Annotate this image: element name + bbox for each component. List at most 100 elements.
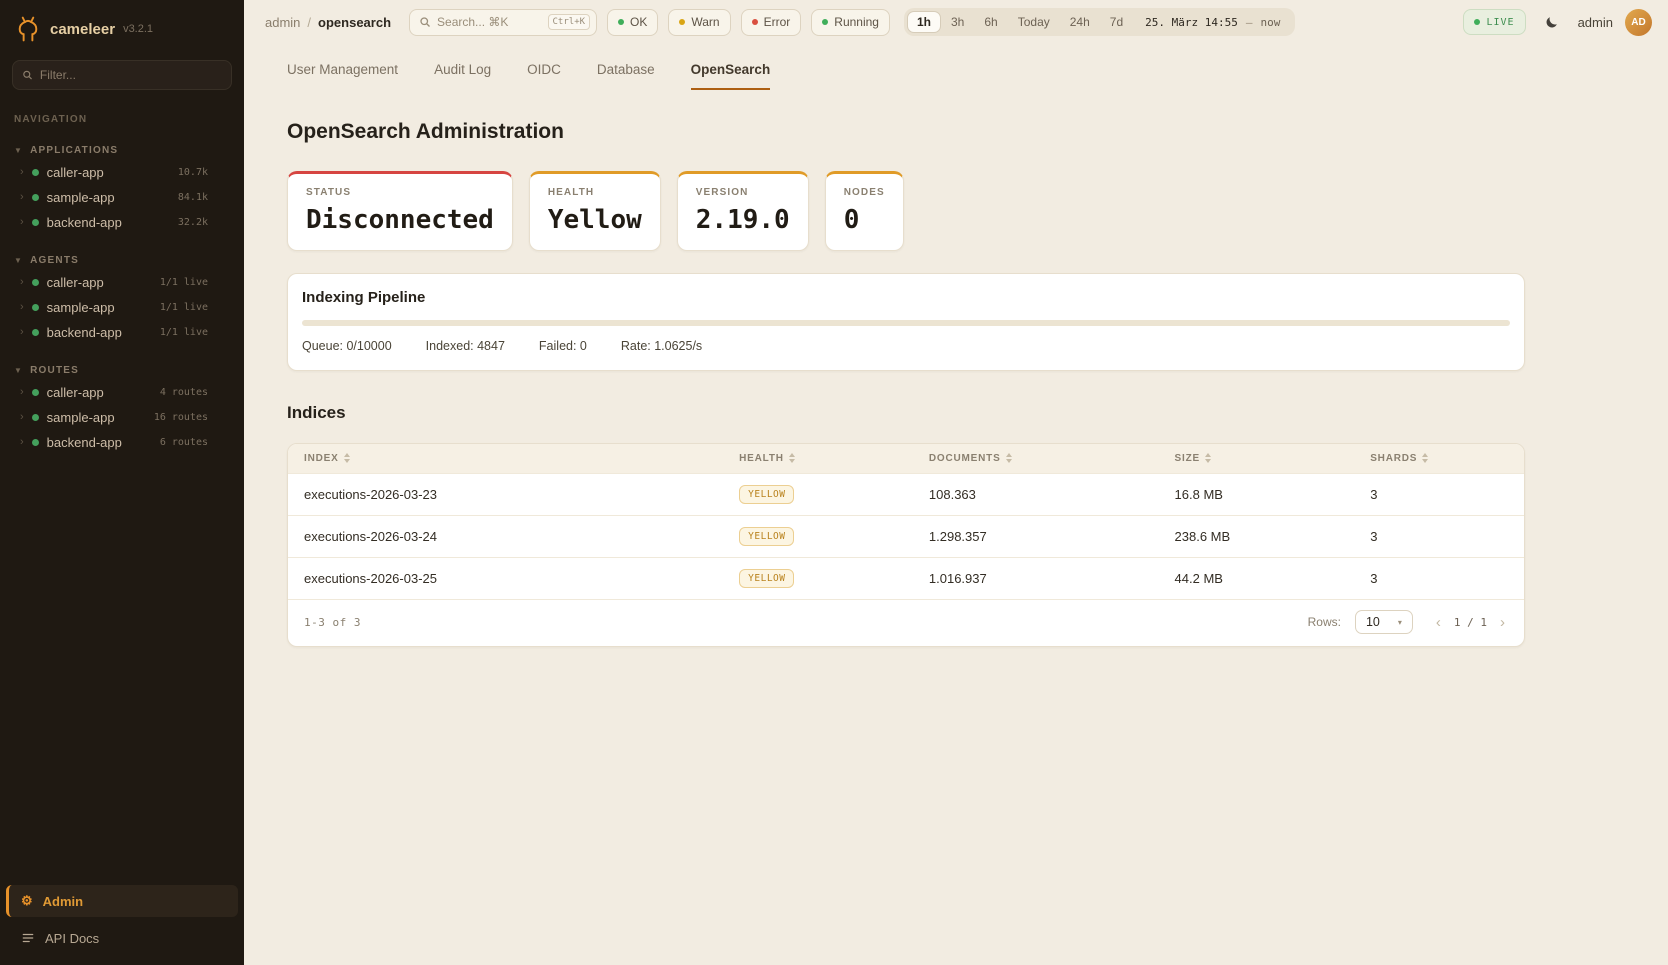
time-range-1h[interactable]: 1h	[907, 11, 941, 33]
indices-table: INDEX HEALTH DOCUMENTS SIZE SHARDS execu…	[288, 444, 1524, 599]
cell-shards: 3	[1354, 474, 1524, 516]
column-header-index[interactable]: INDEX	[288, 444, 723, 474]
chevron-right-icon: ›	[20, 327, 24, 338]
tab-user-management[interactable]: User Management	[287, 62, 398, 90]
kbd-shortcut: Ctrl+K	[548, 14, 591, 30]
sidebar-item-backend-app-routes[interactable]: › backend-app 6 routes	[0, 430, 244, 455]
filter-input[interactable]	[40, 68, 222, 82]
global-search[interactable]: Ctrl+K	[409, 9, 597, 36]
section-label: APPLICATIONS	[30, 145, 118, 156]
pagination: ‹ 1 / 1 ›	[1433, 615, 1508, 630]
indices-table-card: INDEX HEALTH DOCUMENTS SIZE SHARDS execu…	[287, 443, 1525, 647]
sidebar-item-caller-app[interactable]: › caller-app 10.7k	[0, 160, 244, 185]
main-area: admin / opensearch Ctrl+K OK Warn Error …	[244, 0, 1668, 965]
header-right: LIVE admin AD	[1463, 8, 1652, 36]
prev-page-button[interactable]: ‹	[1433, 615, 1444, 630]
cell-size: 238.6 MB	[1159, 516, 1355, 558]
table-row[interactable]: executions-2026-03-23 YELLOW 108.363 16.…	[288, 474, 1524, 516]
sidebar-item-sample-app[interactable]: › sample-app 84.1k	[0, 185, 244, 210]
nodes-card: NODES 0	[825, 171, 904, 251]
pipeline-stats: Queue: 0/10000 Indexed: 4847 Failed: 0 R…	[302, 339, 1510, 353]
header: admin / opensearch Ctrl+K OK Warn Error …	[244, 0, 1668, 44]
status-dot	[32, 194, 39, 201]
sidebar-item-api-docs[interactable]: API Docs	[6, 923, 238, 953]
item-badge: 1/1 live	[160, 327, 208, 338]
time-range-24h[interactable]: 24h	[1060, 11, 1100, 33]
cell-health: YELLOW	[723, 516, 913, 558]
item-badge: 10.7k	[178, 167, 208, 178]
sidebar-item-admin[interactable]: ⚙ Admin	[6, 885, 238, 917]
item-label: backend-app	[47, 215, 170, 230]
time-range-6h[interactable]: 6h	[974, 11, 1007, 33]
avatar[interactable]: AD	[1625, 9, 1652, 36]
tab-database[interactable]: Database	[597, 62, 655, 90]
item-badge: 84.1k	[178, 192, 208, 203]
rows-per-page-label: Rows:	[1308, 615, 1341, 629]
tab-audit-log[interactable]: Audit Log	[434, 62, 491, 90]
sidebar-item-backend-app[interactable]: › backend-app 32.2k	[0, 210, 244, 235]
section-header-applications[interactable]: ▼ APPLICATIONS	[0, 141, 244, 160]
dark-mode-toggle[interactable]	[1538, 8, 1566, 36]
chevron-right-icon: ›	[20, 412, 24, 423]
chevron-down-icon: ▼	[14, 256, 23, 265]
sidebar-item-sample-app-routes[interactable]: › sample-app 16 routes	[0, 405, 244, 430]
live-toggle[interactable]: LIVE	[1463, 9, 1525, 35]
stat-label: STATUS	[306, 187, 494, 198]
tab-oidc[interactable]: OIDC	[527, 62, 561, 90]
pipeline-failed: Failed: 0	[539, 339, 587, 353]
table-row[interactable]: executions-2026-03-25 YELLOW 1.016.937 4…	[288, 558, 1524, 600]
status-dot	[32, 414, 39, 421]
filter-pill-running[interactable]: Running	[811, 9, 890, 36]
version-card: VERSION 2.19.0	[677, 171, 809, 251]
time-range-group: 1h 3h 6h Today 24h 7d 25. März 14:55 — n…	[904, 8, 1295, 36]
sidebar-item-caller-app-routes[interactable]: › caller-app 4 routes	[0, 380, 244, 405]
breadcrumb-admin[interactable]: admin	[265, 15, 300, 30]
item-badge: 4 routes	[160, 387, 208, 398]
sort-icon	[1422, 453, 1428, 463]
chevron-down-icon: ▼	[14, 366, 23, 375]
chevron-right-icon: ›	[20, 217, 24, 228]
time-start: 25. März 14:55	[1145, 16, 1238, 29]
filter-pill-ok[interactable]: OK	[607, 9, 658, 36]
filter-label: OK	[630, 15, 647, 29]
sidebar-item-sample-app-agent[interactable]: › sample-app 1/1 live	[0, 295, 244, 320]
sidebar-item-backend-app-agent[interactable]: › backend-app 1/1 live	[0, 320, 244, 345]
chevron-down-icon: ▾	[1398, 618, 1402, 627]
section-label: AGENTS	[30, 255, 79, 266]
user-name: admin	[1578, 15, 1613, 30]
time-range-7d[interactable]: 7d	[1100, 11, 1133, 33]
chevron-right-icon: ›	[20, 277, 24, 288]
column-header-shards[interactable]: SHARDS	[1354, 444, 1524, 474]
sidebar-item-caller-app-agent[interactable]: › caller-app 1/1 live	[0, 270, 244, 295]
filter-pill-warn[interactable]: Warn	[668, 9, 730, 36]
sidebar-filter[interactable]	[12, 60, 232, 90]
running-dot-icon	[822, 19, 828, 25]
api-docs-label: API Docs	[45, 931, 99, 946]
status-dot	[32, 329, 39, 336]
section-header-agents[interactable]: ▼ AGENTS	[0, 251, 244, 270]
section-header-routes[interactable]: ▼ ROUTES	[0, 361, 244, 380]
time-range-3h[interactable]: 3h	[941, 11, 974, 33]
next-page-button[interactable]: ›	[1497, 615, 1508, 630]
logo[interactable]: cameleer v3.2.1	[0, 0, 244, 52]
column-header-health[interactable]: HEALTH	[723, 444, 913, 474]
cameleer-logo-icon	[14, 15, 42, 43]
item-badge: 32.2k	[178, 217, 208, 228]
time-range-display[interactable]: 25. März 14:55 — now	[1133, 16, 1292, 29]
table-row[interactable]: executions-2026-03-24 YELLOW 1.298.357 2…	[288, 516, 1524, 558]
cell-health: YELLOW	[723, 558, 913, 600]
time-range-today[interactable]: Today	[1008, 11, 1060, 33]
search-input[interactable]	[437, 15, 541, 29]
live-dot-icon	[1474, 19, 1480, 25]
cell-health: YELLOW	[723, 474, 913, 516]
rows-per-page-select[interactable]: 10 ▾	[1355, 610, 1413, 634]
sort-icon	[1205, 453, 1211, 463]
health-badge: YELLOW	[739, 569, 794, 588]
column-header-documents[interactable]: DOCUMENTS	[913, 444, 1159, 474]
tab-opensearch[interactable]: OpenSearch	[691, 62, 771, 90]
filter-pill-error[interactable]: Error	[741, 9, 802, 36]
stat-label: VERSION	[696, 187, 790, 198]
stat-value: Yellow	[548, 205, 642, 235]
sort-icon	[344, 453, 350, 463]
column-header-size[interactable]: SIZE	[1159, 444, 1355, 474]
